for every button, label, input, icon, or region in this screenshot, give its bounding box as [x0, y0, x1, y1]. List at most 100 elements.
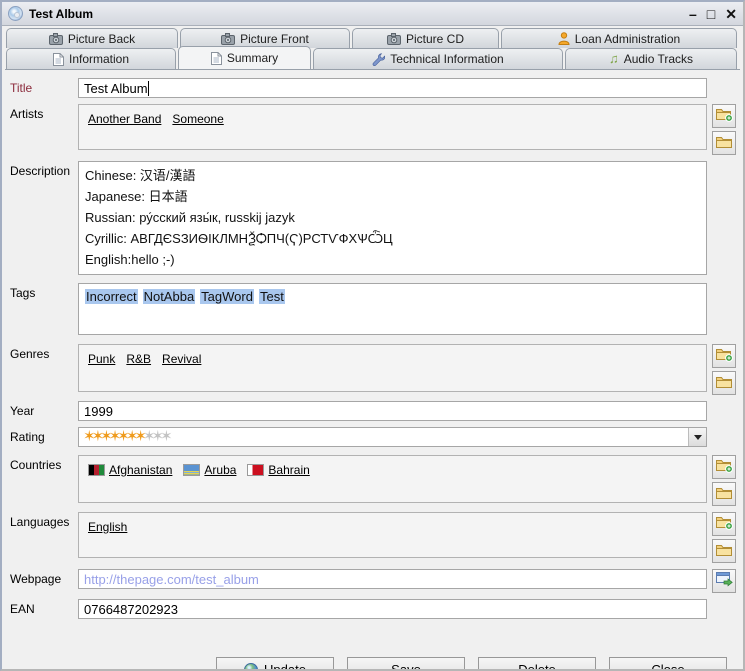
delete-button-label: Delete — [518, 662, 556, 671]
bahrain-flag-icon — [247, 464, 264, 476]
camera-icon — [49, 33, 63, 45]
tag-item[interactable]: TagWord — [200, 289, 254, 304]
languages-label: Languages — [10, 512, 78, 563]
tab-summary[interactable]: Summary — [178, 46, 311, 69]
rating-combobox[interactable]: ✶✶✶✶✶✶✶✶✶✶ — [78, 427, 707, 447]
close-button-label: Close — [651, 662, 684, 671]
add-language-button[interactable] — [712, 512, 736, 536]
country-link[interactable]: Bahrain — [268, 463, 309, 477]
country-link[interactable]: Aruba — [204, 463, 236, 477]
ean-label: EAN — [10, 599, 78, 619]
person-icon — [558, 32, 570, 45]
genre-link[interactable]: Punk — [88, 352, 115, 366]
folder-icon — [716, 375, 733, 392]
genre-link[interactable]: Revival — [162, 352, 201, 366]
languages-panel: English — [78, 512, 707, 558]
delete-button[interactable]: Delete — [478, 657, 596, 671]
cd-icon — [8, 6, 23, 21]
folder-icon — [716, 135, 733, 152]
open-genre-button[interactable] — [712, 371, 736, 395]
artist-link[interactable]: Someone — [172, 112, 223, 126]
webpage-label: Webpage — [10, 569, 78, 593]
tab-loan-administration[interactable]: Loan Administration — [501, 28, 737, 48]
maximize-button[interactable]: □ — [707, 7, 715, 21]
open-artist-button[interactable] — [712, 131, 736, 155]
tab-label: Audio Tracks — [624, 52, 693, 66]
tag-item[interactable]: Incorrect — [85, 289, 138, 304]
genres-label: Genres — [10, 344, 78, 395]
countries-label: Countries — [10, 455, 78, 506]
document-icon — [53, 53, 64, 66]
add-country-button[interactable] — [712, 455, 736, 479]
tab-audio-tracks[interactable]: ♫ Audio Tracks — [565, 48, 737, 69]
open-webpage-button[interactable] — [712, 569, 736, 593]
year-label: Year — [10, 401, 78, 421]
globe-icon — [244, 663, 258, 671]
minimize-button[interactable]: – — [689, 7, 697, 21]
tab-row-1: Picture Back Picture Front Picture CD Lo… — [2, 28, 743, 48]
rating-label: Rating — [10, 427, 78, 447]
tags-field[interactable]: Incorrect NotAbba TagWord Test — [78, 283, 707, 335]
folder-add-icon — [716, 107, 733, 125]
music-note-icon: ♫ — [609, 53, 619, 65]
save-button-label: Save — [391, 662, 421, 671]
tab-label: Loan Administration — [575, 32, 680, 46]
update-button-label: Update — [264, 662, 306, 671]
ean-input[interactable] — [78, 599, 707, 619]
add-artist-button[interactable] — [712, 104, 736, 128]
artists-label: Artists — [10, 104, 78, 155]
wrench-icon — [372, 53, 385, 66]
tag-item[interactable]: NotAbba — [143, 289, 196, 304]
tab-label: Picture CD — [406, 32, 464, 46]
country-link[interactable]: Afghanistan — [109, 463, 172, 477]
action-button-bar: Update Save Delete Close — [10, 625, 737, 671]
afghanistan-flag-icon — [88, 464, 105, 476]
update-button[interactable]: Update — [216, 657, 334, 671]
tab-picture-cd[interactable]: Picture CD — [352, 28, 499, 48]
artist-link[interactable]: Another Band — [88, 112, 161, 126]
tab-label: Information — [69, 52, 129, 66]
tab-label: Picture Back — [68, 32, 135, 46]
folder-icon — [716, 543, 733, 560]
camera-icon — [387, 33, 401, 45]
tab-picture-front[interactable]: Picture Front — [180, 28, 350, 48]
tab-information[interactable]: Information — [6, 48, 176, 69]
folder-add-icon — [716, 458, 733, 476]
dropdown-arrow-icon[interactable] — [688, 428, 706, 446]
open-country-button[interactable] — [712, 482, 736, 506]
text-caret — [148, 81, 149, 96]
aruba-flag-icon — [183, 464, 200, 476]
description-textarea[interactable]: Chinese: 汉语/漢語 Japanese: 日本語 Russian: ру… — [78, 161, 707, 275]
title-bar: Test Album – □ ✕ — [2, 2, 743, 26]
artists-panel: Another Band Someone — [78, 104, 707, 150]
title-input[interactable] — [78, 78, 707, 98]
tags-label: Tags — [10, 283, 78, 335]
countries-panel: Afghanistan Aruba Bahrain — [78, 455, 707, 503]
tab-picture-back[interactable]: Picture Back — [6, 28, 178, 48]
genre-link[interactable]: R&B — [126, 352, 151, 366]
close-window-button[interactable]: ✕ — [725, 7, 737, 21]
year-input[interactable] — [78, 401, 707, 421]
camera-icon — [221, 33, 235, 45]
title-label: Title — [10, 78, 78, 98]
language-link[interactable]: English — [88, 520, 127, 534]
tab-label: Summary — [227, 51, 278, 65]
save-button[interactable]: Save — [347, 657, 465, 671]
tag-item[interactable]: Test — [259, 289, 285, 304]
country-item[interactable]: Bahrain — [247, 463, 309, 477]
rating-stars[interactable]: ✶✶✶✶✶✶✶✶✶✶ — [79, 428, 688, 446]
add-genre-button[interactable] — [712, 344, 736, 368]
rating-stars-empty: ✶✶✶ — [143, 428, 169, 445]
album-editor-window: Test Album – □ ✕ Picture Back Picture Fr… — [0, 0, 745, 671]
tab-technical-information[interactable]: Technical Information — [313, 48, 563, 69]
description-label: Description — [10, 161, 78, 275]
genres-panel: Punk R&B Revival — [78, 344, 707, 392]
open-language-button[interactable] — [712, 539, 736, 563]
close-button[interactable]: Close — [609, 657, 727, 671]
webpage-input[interactable] — [78, 569, 707, 589]
country-item[interactable]: Afghanistan — [88, 463, 172, 477]
tab-row-2: Information Summary Technical Informatio… — [2, 48, 743, 69]
window-title: Test Album — [29, 7, 689, 21]
country-item[interactable]: Aruba — [183, 463, 236, 477]
tab-pane-border — [5, 69, 740, 70]
